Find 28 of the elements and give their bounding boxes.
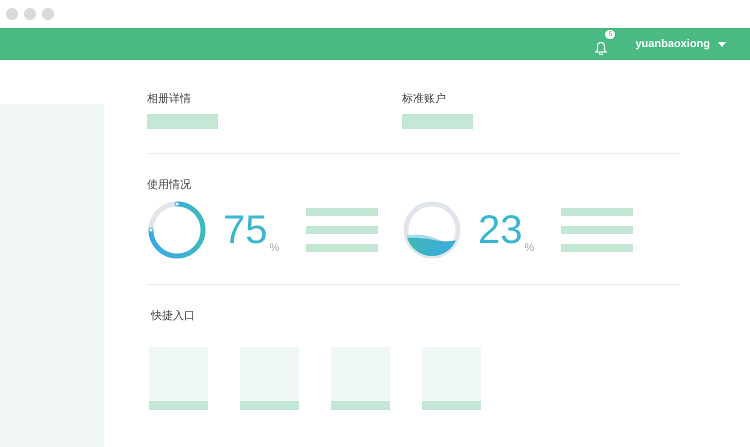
text-placeholder: [306, 244, 378, 252]
window-button[interactable]: [42, 8, 54, 20]
value-placeholder: [147, 114, 218, 129]
unit-label: %: [270, 240, 280, 256]
bell-icon[interactable]: [595, 40, 608, 55]
wave-gauge: [402, 200, 462, 260]
window-button[interactable]: [6, 8, 18, 20]
field-label: 相册详情: [147, 92, 192, 106]
window-button[interactable]: [24, 8, 36, 20]
text-placeholder: [306, 226, 378, 234]
field-label: 标准账户: [402, 92, 447, 106]
shortcut-tile[interactable]: [240, 347, 299, 410]
shortcut-tile[interactable]: [331, 347, 390, 410]
value-placeholder: [402, 114, 473, 129]
text-placeholder: [561, 208, 633, 216]
text-placeholder: [306, 208, 378, 216]
usage-percentage: 23: [478, 210, 522, 250]
section-title: 快捷入口: [151, 309, 196, 323]
usage-percentage: 75: [223, 210, 268, 250]
unit-label: %: [524, 240, 534, 256]
text-placeholder: [561, 244, 633, 252]
shortcut-tile[interactable]: [149, 347, 208, 410]
shortcut-tile[interactable]: [422, 347, 481, 410]
ring-gauge: [147, 200, 207, 260]
text-placeholder: [561, 226, 633, 234]
username-menu[interactable]: yuanbaoxiong: [635, 36, 710, 52]
caret-icon[interactable]: [718, 42, 726, 46]
section-title: 使用情况: [147, 178, 192, 192]
